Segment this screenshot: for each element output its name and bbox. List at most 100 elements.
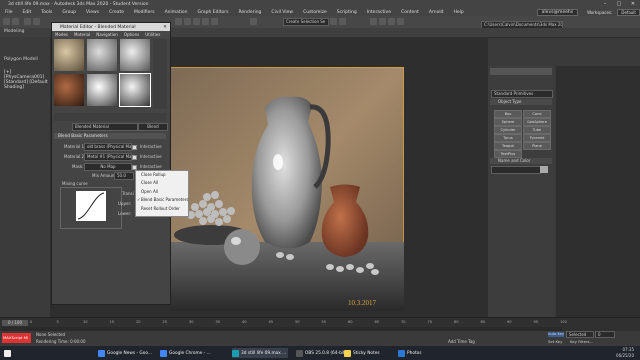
viewport-label[interactable]: [+] [PhysCamera001] [Standard] [Default … — [4, 70, 50, 90]
task-google-chrome[interactable]: Google Chrome - ... — [160, 348, 211, 358]
menu-interactive[interactable]: Interactive — [362, 10, 396, 15]
unlink-icon[interactable] — [33, 18, 40, 25]
menu-graph-editors[interactable]: Graph Editors — [193, 10, 234, 15]
ctx-reset-rollout-order[interactable]: Reset Rollout Order — [136, 205, 188, 213]
material-type-button[interactable]: Blend — [138, 123, 168, 131]
material-slot-2[interactable] — [87, 39, 117, 71]
workspace-dropdown[interactable]: Default — [617, 8, 640, 16]
material-name-field[interactable]: Blended Material — [72, 123, 138, 131]
material-slot-5[interactable] — [87, 74, 117, 106]
torus-button[interactable]: Torus — [494, 134, 522, 142]
auto-key-button[interactable]: Auto Key — [548, 332, 564, 337]
key-filters-button[interactable]: Key Filters... — [570, 339, 593, 344]
material-slot-6-active[interactable] — [119, 73, 151, 107]
undo-icon[interactable] — [3, 18, 10, 25]
system-clock[interactable]: 07:35 06/25/20 — [604, 347, 634, 359]
object-type-rollout[interactable]: Object Type — [490, 99, 552, 105]
material1-checkbox[interactable] — [132, 145, 137, 150]
tube-button[interactable]: Tube — [523, 126, 551, 134]
render-frame-icon[interactable] — [397, 18, 404, 25]
align-icon[interactable] — [339, 18, 346, 25]
maximize-button[interactable]: □ — [612, 1, 626, 7]
redo-icon[interactable] — [12, 18, 19, 25]
scale-icon[interactable] — [211, 18, 218, 25]
material-editor-titlebar[interactable]: Material Editor - Blended Material ✕ — [52, 23, 170, 31]
timeline[interactable]: 0 / 100 0 5 10 15 20 25 30 35 40 45 50 55 60 65 70 75 80… — [0, 317, 640, 332]
menu-create[interactable]: Create — [104, 10, 129, 15]
menu-civil-view[interactable]: Civil View — [266, 10, 298, 15]
menu-customize[interactable]: Customize — [298, 10, 332, 15]
move-icon[interactable] — [193, 18, 200, 25]
object-name-field[interactable] — [491, 166, 541, 174]
material2-button[interactable]: Metal #1 (Physical Materi — [84, 153, 132, 161]
task-photos[interactable]: Photos — [398, 348, 422, 358]
ctx-blend-basic-parameters[interactable]: ✓ Blend Basic Parameters — [136, 196, 188, 204]
project-path[interactable]: C:\Users\Calvin\Documents\3ds Max 2020 — [475, 16, 567, 29]
selected-dropdown[interactable]: Selected — [566, 331, 594, 338]
task-google-news[interactable]: Google News - Goo... — [98, 348, 152, 358]
menu-tools[interactable]: Tools — [36, 10, 57, 15]
sign-in-dropdown[interactable]: alevs@meehs — [536, 8, 579, 16]
snap-icon[interactable] — [250, 18, 257, 25]
menu-modes[interactable]: Modes — [52, 32, 71, 37]
menu-help[interactable]: Help — [448, 10, 468, 15]
mask-button[interactable]: No Map — [84, 163, 132, 171]
task-3ds-max[interactable]: 3d still life 09.max ... — [232, 348, 289, 358]
ribbon-tab-polygon[interactable]: Polygon Modeli — [4, 57, 38, 62]
mirror-icon[interactable] — [330, 18, 337, 25]
menu-rendering[interactable]: Rendering — [233, 10, 266, 15]
cone-button[interactable]: Cone — [523, 110, 551, 118]
cylinder-button[interactable]: Cylinder — [494, 126, 522, 134]
menu-utilities[interactable]: Utilities — [142, 32, 163, 37]
material2-checkbox[interactable] — [132, 155, 137, 160]
minimize-button[interactable]: – — [598, 1, 612, 7]
ctx-close-rollup[interactable]: Close Rollup — [136, 171, 188, 179]
mix-amount-spinner[interactable]: 50.0 — [114, 172, 134, 180]
menu-animation[interactable]: Animation — [160, 10, 193, 15]
name-color-rollout[interactable]: Name and Color — [490, 158, 552, 164]
material1-button[interactable]: old brass (Physical Materi — [84, 143, 132, 151]
menu-scripting[interactable]: Scripting — [332, 10, 362, 15]
start-icon[interactable] — [4, 348, 13, 358]
task-sticky-notes[interactable]: Sticky Notes — [344, 348, 380, 358]
material-slot-4[interactable] — [54, 74, 84, 106]
geosphere-button[interactable]: GeoSphere — [523, 118, 551, 126]
select-by-name-icon[interactable] — [184, 18, 191, 25]
selection-set-field[interactable]: Create Selection Se — [283, 18, 329, 26]
menu-views[interactable]: Views — [81, 10, 104, 15]
teapot-button[interactable]: Teapot — [494, 142, 522, 150]
add-time-tag[interactable]: Add Time Tag — [448, 339, 475, 344]
render-setup-icon[interactable] — [379, 18, 386, 25]
rotate-icon[interactable] — [202, 18, 209, 25]
set-key-button[interactable]: Set Key — [548, 339, 562, 344]
material-editor-icon[interactable] — [370, 18, 377, 25]
close-button[interactable]: ✕ — [626, 1, 640, 7]
menu-edit[interactable]: Edit — [18, 10, 37, 15]
menu-modifiers[interactable]: Modifiers — [129, 10, 160, 15]
material-slot-1[interactable] — [54, 39, 84, 71]
pyramid-button[interactable]: Pyramid — [523, 134, 551, 142]
ribbon-tab-modeling[interactable]: Modeling — [4, 29, 24, 34]
link-icon[interactable] — [24, 18, 31, 25]
rollout-blend-basic-parameters[interactable]: Blend Basic Parameters — [54, 133, 166, 139]
ctx-close-all[interactable]: Close All — [136, 179, 188, 187]
material-editor-close-icon[interactable]: ✕ — [160, 25, 170, 30]
menu-arnold[interactable]: Arnold — [424, 10, 449, 15]
select-icon[interactable] — [175, 18, 182, 25]
plane-button[interactable]: Plane — [523, 142, 551, 150]
render-icon[interactable] — [388, 18, 395, 25]
time-slider[interactable]: 0 / 100 — [2, 320, 28, 326]
ctx-open-all[interactable]: Open All — [136, 188, 188, 196]
sphere-button[interactable]: Sphere — [494, 118, 522, 126]
textplus-button[interactable]: TextPlus — [494, 150, 522, 158]
current-frame-field[interactable]: 0 — [595, 331, 615, 338]
menu-material[interactable]: Material — [71, 32, 93, 37]
box-button[interactable]: Box — [494, 110, 522, 118]
menu-group[interactable]: Group — [57, 10, 81, 15]
menu-navigation[interactable]: Navigation — [93, 32, 121, 37]
primitive-type-dropdown[interactable]: Standard Primitives — [491, 90, 553, 98]
object-color-swatch[interactable] — [540, 166, 548, 173]
menu-content[interactable]: Content — [396, 10, 424, 15]
maxscript-listener[interactable]: MAXScript Mi — [2, 333, 31, 343]
material-slot-3[interactable] — [120, 39, 150, 71]
